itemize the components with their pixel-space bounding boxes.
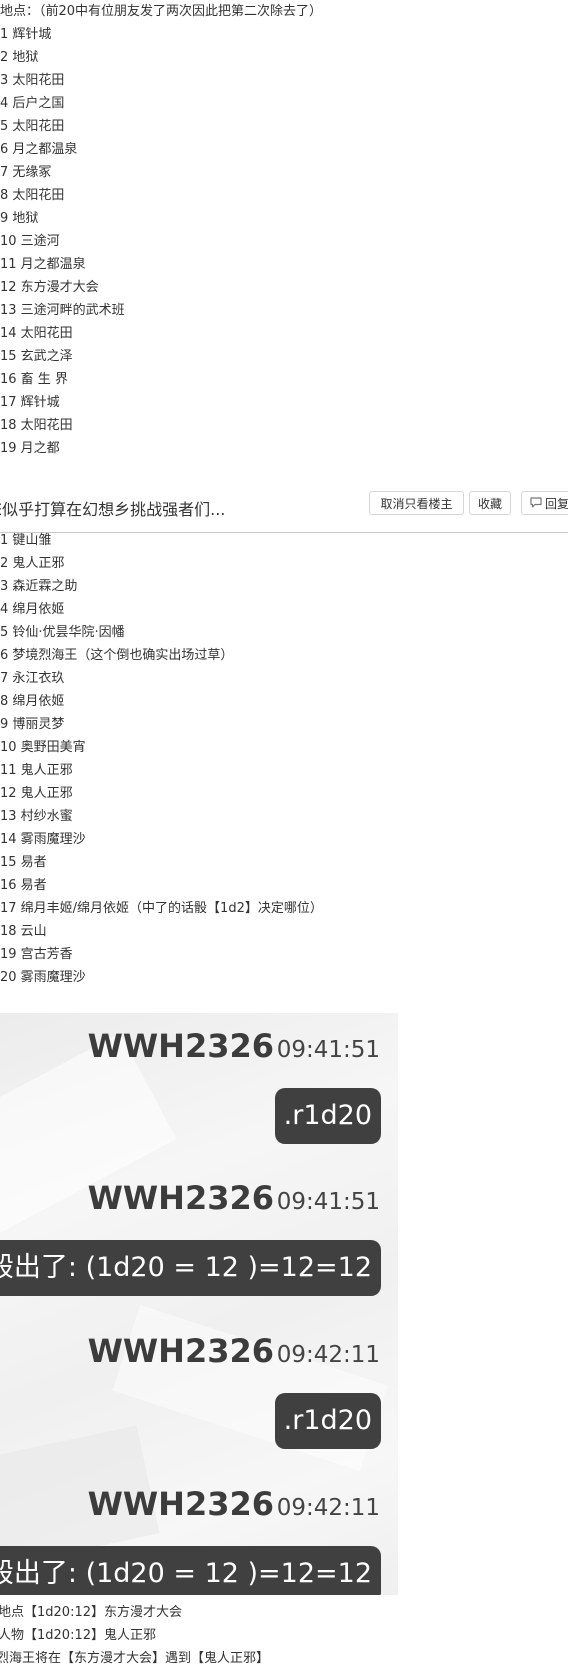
list-item: 9 博丽灵梦 [0, 717, 65, 732]
sender-name: WWH2326 [87, 1332, 274, 1370]
result-summary: 烈海王将在【东方漫才大会】遇到【鬼人正邪】 [0, 1651, 270, 1666]
list-item: 2 地狱 [0, 50, 39, 65]
list-item: 14 太阳花田 [0, 326, 73, 341]
list-item: 9 地狱 [0, 211, 39, 226]
list-item: 14 雾雨魔理沙 [0, 832, 86, 847]
reply-button[interactable]: 回复 [521, 491, 568, 515]
chat-screenshot: WWH2326 09:41:51 .r1d20 WWH2326 09:41:51… [0, 1013, 398, 1595]
message-bubble: 骰出了: (1d20 = 12 )=12=12 [0, 1546, 381, 1595]
comment-icon [530, 493, 542, 517]
reply-button-label: 回复 [545, 497, 568, 511]
list-item: 16 畜 生 界 [0, 372, 68, 387]
list-item: 10 三途河 [0, 234, 60, 249]
list-item: 3 太阳花田 [0, 73, 65, 88]
list-item: 12 东方漫才大会 [0, 280, 99, 295]
only-owner-button[interactable]: 取消只看楼主 [369, 491, 464, 515]
list-item: 17 绵月丰姬/绵月依姬（中了的话骰【1d2】决定哪位） [0, 901, 323, 916]
sender-name: WWH2326 [87, 1027, 274, 1065]
list-item: 1 键山雏 [0, 533, 52, 548]
thread-header: E似乎打算在幻想乡挑战强者们... 取消只看楼主 收藏 回复 [0, 486, 568, 532]
list-item: 13 村纱水蜜 [0, 809, 73, 824]
list-item: 19 宫古芳香 [0, 947, 73, 962]
result-character: 人物【1d20:12】鬼人正邪 [0, 1628, 156, 1643]
list-item: 3 森近霖之助 [0, 579, 78, 594]
list-item: 18 太阳花田 [0, 418, 73, 433]
list-item: 11 月之都温泉 [0, 257, 86, 272]
list-item: 7 永江衣玖 [0, 671, 65, 686]
message-bubble: 骰出了: (1d20 = 12 )=12=12 [0, 1240, 381, 1296]
list-item: 11 鬼人正邪 [0, 763, 73, 778]
result-location: 地点【1d20:12】东方漫才大会 [0, 1605, 182, 1620]
list-item: 18 云山 [0, 924, 47, 939]
list-item: 8 绵月依姬 [0, 694, 65, 709]
sender-name: WWH2326 [87, 1179, 274, 1217]
list-item: 6 月之都温泉 [0, 142, 78, 157]
list-item: 13 三途河畔的武术班 [0, 303, 125, 318]
list-item: 7 无缘冢 [0, 165, 52, 180]
list-item: 19 月之都 [0, 441, 60, 456]
list-item: 5 太阳花田 [0, 119, 65, 134]
message-time: 09:41:51 [276, 1037, 380, 1063]
sender-name: WWH2326 [87, 1485, 274, 1523]
locations-header: 地点：（前20中有位朋友发了两次因此把第二次除去了） [0, 4, 323, 19]
message-bubble: .r1d20 [274, 1088, 381, 1144]
message-time: 09:42:11 [276, 1495, 380, 1521]
list-item: 15 易者 [0, 855, 47, 870]
message-bubble: .r1d20 [274, 1393, 381, 1449]
favorite-button[interactable]: 收藏 [469, 491, 511, 515]
list-item: 2 鬼人正邪 [0, 556, 65, 571]
message-time: 09:42:11 [276, 1342, 380, 1368]
list-item: 17 辉针城 [0, 395, 60, 410]
list-item: 4 后户之国 [0, 96, 65, 111]
list-item: 4 绵月依姬 [0, 602, 65, 617]
list-item: 10 奥野田美宵 [0, 740, 86, 755]
divider [0, 532, 568, 533]
thread-title: E似乎打算在幻想乡挑战强者们... [0, 500, 226, 519]
list-item: 6 梦境烈海王（这个倒也确实出场过草） [0, 648, 234, 663]
list-item: 20 雾雨魔理沙 [0, 970, 86, 985]
message-time: 09:41:51 [276, 1189, 380, 1215]
list-item: 1 辉针城 [0, 27, 52, 42]
list-item: 16 易者 [0, 878, 47, 893]
list-item: 8 太阳花田 [0, 188, 65, 203]
list-item: 15 玄武之泽 [0, 349, 73, 364]
list-item: 12 鬼人正邪 [0, 786, 73, 801]
list-item: 5 铃仙·优昙华院·因幡 [0, 625, 125, 640]
